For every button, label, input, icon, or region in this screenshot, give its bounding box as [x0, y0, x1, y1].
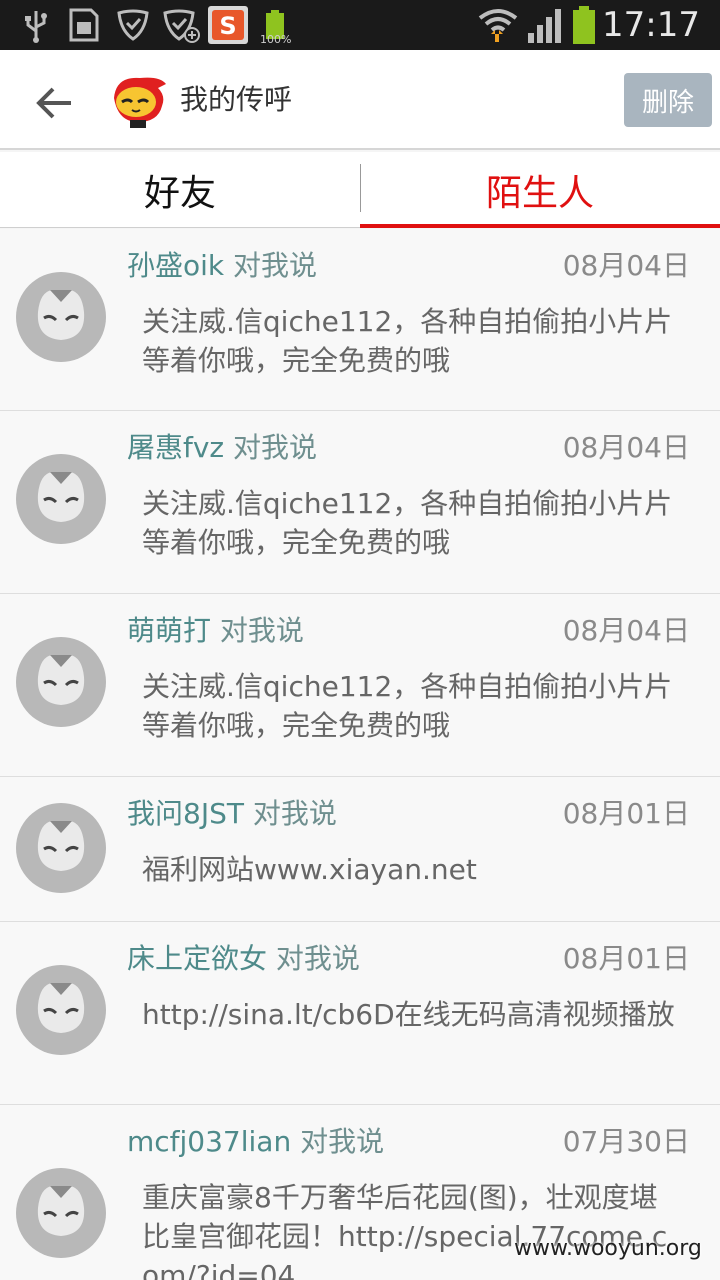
says-label: 对我说 — [300, 1125, 385, 1158]
usb-icon — [20, 6, 52, 44]
message-text: 福利网站www.xiayan.net — [142, 853, 477, 886]
sender-line: 萌萌打 对我说 — [127, 611, 304, 651]
delete-button[interactable]: 删除 — [624, 73, 712, 127]
app-s-icon: S — [208, 6, 248, 44]
sender-line: 孙盛oik 对我说 — [127, 246, 317, 286]
avatar[interactable] — [16, 272, 106, 362]
message-date: 08月01日 — [562, 797, 690, 830]
shield-plus-icon — [160, 6, 202, 44]
list-item[interactable]: 床上定欲女 对我说 08月01日 http://sina.lt/cb6D在线无码… — [0, 922, 720, 1105]
says-label: 对我说 — [252, 797, 337, 830]
list-item[interactable]: 屠惠fvz 对我说 08月04日 关注威.信qiche112，各种自拍偷拍小片片… — [0, 411, 720, 594]
sender-line: mcfj037lian 对我说 — [127, 1122, 384, 1162]
svg-text:S: S — [219, 12, 236, 40]
message-date: 08月04日 — [562, 249, 690, 282]
default-avatar-icon — [16, 803, 106, 893]
sender-name: mcfj037lian — [127, 1125, 292, 1158]
sender-line: 床上定欲女 对我说 — [127, 939, 360, 979]
shield-icon — [114, 6, 152, 44]
default-avatar-icon — [16, 637, 106, 727]
list-item[interactable]: 孙盛oik 对我说 08月04日 关注威.信qiche112，各种自拍偷拍小片片… — [0, 229, 720, 411]
wifi-icon — [478, 6, 518, 44]
clock: 17:17 — [602, 5, 700, 45]
message-date: 08月04日 — [562, 431, 690, 464]
sender-name: 孙盛oik — [127, 249, 225, 282]
tab-friends[interactable]: 好友 — [0, 152, 360, 228]
active-tab-indicator — [360, 224, 720, 228]
back-arrow-icon — [36, 87, 71, 119]
battery-percent-label: 100% — [260, 33, 292, 46]
sender-name: 我问8JST — [127, 797, 244, 830]
message-date: 08月04日 — [562, 614, 690, 647]
message-text: 重庆富豪8千万奢华后花园(图)，壮观度堪比皇宫御花园！http://specia… — [142, 1181, 668, 1280]
watermark: www.wooyun.org — [514, 1236, 702, 1261]
sender-line: 我问8JST 对我说 — [127, 794, 337, 834]
signal-icon — [526, 6, 564, 44]
avatar[interactable] — [16, 454, 106, 544]
says-label: 对我说 — [219, 614, 304, 647]
mascot-logo — [108, 72, 172, 128]
message-text: 关注威.信qiche112，各种自拍偷拍小片片等着你哦，完全免费的哦 — [142, 670, 673, 742]
avatar[interactable] — [16, 965, 106, 1055]
sd-card-icon — [66, 6, 102, 44]
message-text: 关注威.信qiche112，各种自拍偷拍小片片等着你哦，完全免费的哦 — [142, 487, 673, 559]
back-button[interactable] — [30, 78, 80, 128]
sender-name: 萌萌打 — [127, 614, 212, 647]
battery-icon — [570, 6, 598, 44]
page-title: 我的传呼 — [180, 83, 293, 116]
default-avatar-icon — [16, 1168, 106, 1258]
list-item[interactable]: 萌萌打 对我说 08月04日 关注威.信qiche112，各种自拍偷拍小片片等着… — [0, 594, 720, 777]
tab-bar: 好友 陌生人 — [0, 152, 720, 228]
avatar[interactable] — [16, 637, 106, 727]
list-item[interactable]: 我问8JST 对我说 08月01日 福利网站www.xiayan.net — [0, 777, 720, 922]
tab-strangers[interactable]: 陌生人 — [360, 152, 720, 228]
default-avatar-icon — [16, 965, 106, 1055]
sender-name: 屠惠fvz — [127, 431, 225, 464]
says-label: 对我说 — [275, 942, 360, 975]
default-avatar-icon — [16, 454, 106, 544]
sender-line: 屠惠fvz 对我说 — [127, 428, 317, 468]
sender-name: 床上定欲女 — [127, 942, 268, 975]
message-date: 08月01日 — [562, 942, 690, 975]
status-bar: S 100% 17:17 — [0, 0, 720, 50]
avatar[interactable] — [16, 1168, 106, 1258]
message-text: 关注威.信qiche112，各种自拍偷拍小片片等着你哦，完全免费的哦 — [142, 305, 673, 377]
says-label: 对我说 — [233, 431, 318, 464]
header-bar: 我的传呼 删除 — [0, 50, 720, 150]
message-text: http://sina.lt/cb6D在线无码高清视频播放 — [142, 998, 675, 1031]
message-date: 07月30日 — [562, 1125, 690, 1158]
says-label: 对我说 — [233, 249, 318, 282]
default-avatar-icon — [16, 272, 106, 362]
avatar[interactable] — [16, 803, 106, 893]
